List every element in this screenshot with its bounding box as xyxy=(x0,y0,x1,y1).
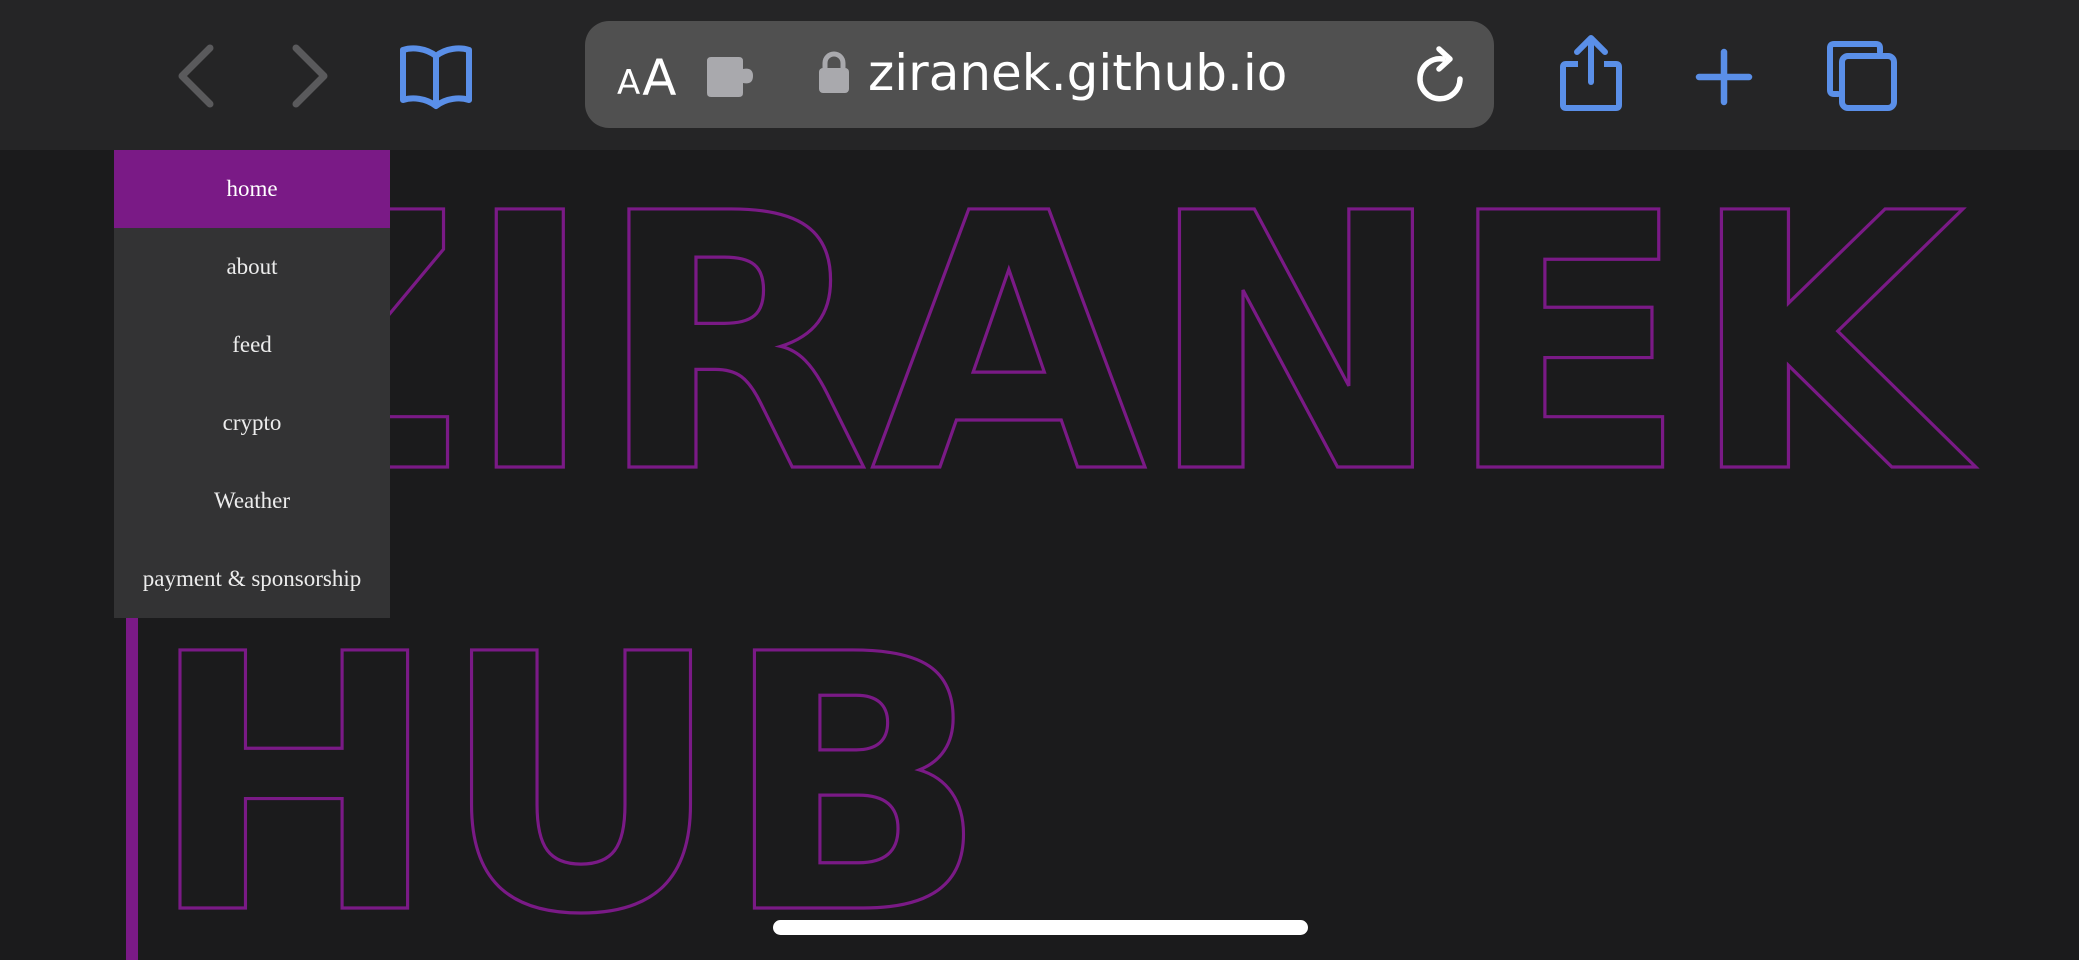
hero-line-2: HUB xyxy=(148,580,988,960)
browser-toolbar: AA ziranek.github.io xyxy=(0,0,2079,150)
nav-menu: home about feed crypto Weather payment &… xyxy=(114,150,390,618)
chevron-left-icon[interactable] xyxy=(172,44,218,108)
book-icon[interactable] xyxy=(398,44,474,110)
address-bar[interactable]: AA ziranek.github.io xyxy=(585,21,1494,128)
nav-item-about[interactable]: about xyxy=(114,228,390,306)
lock-icon xyxy=(817,51,851,95)
share-icon[interactable] xyxy=(1558,34,1624,112)
nav-item-home[interactable]: home xyxy=(114,150,390,228)
accent-bar xyxy=(126,616,138,960)
hero-line-1: ZIRANEK xyxy=(205,139,1978,551)
chevron-right-icon[interactable] xyxy=(288,44,334,108)
nav-item-weather[interactable]: Weather xyxy=(114,462,390,540)
tabs-icon[interactable] xyxy=(1826,40,1898,112)
home-indicator[interactable] xyxy=(773,920,1308,935)
text-size-button[interactable]: AA xyxy=(617,47,676,103)
nav-item-payment-sponsorship[interactable]: payment & sponsorship xyxy=(114,540,390,618)
reload-icon[interactable] xyxy=(1413,45,1469,105)
nav-item-crypto[interactable]: crypto xyxy=(114,384,390,462)
nav-item-feed[interactable]: feed xyxy=(114,306,390,384)
url-text: ziranek.github.io xyxy=(868,44,1288,102)
puzzle-icon[interactable] xyxy=(703,55,755,99)
plus-icon[interactable] xyxy=(1695,48,1753,106)
